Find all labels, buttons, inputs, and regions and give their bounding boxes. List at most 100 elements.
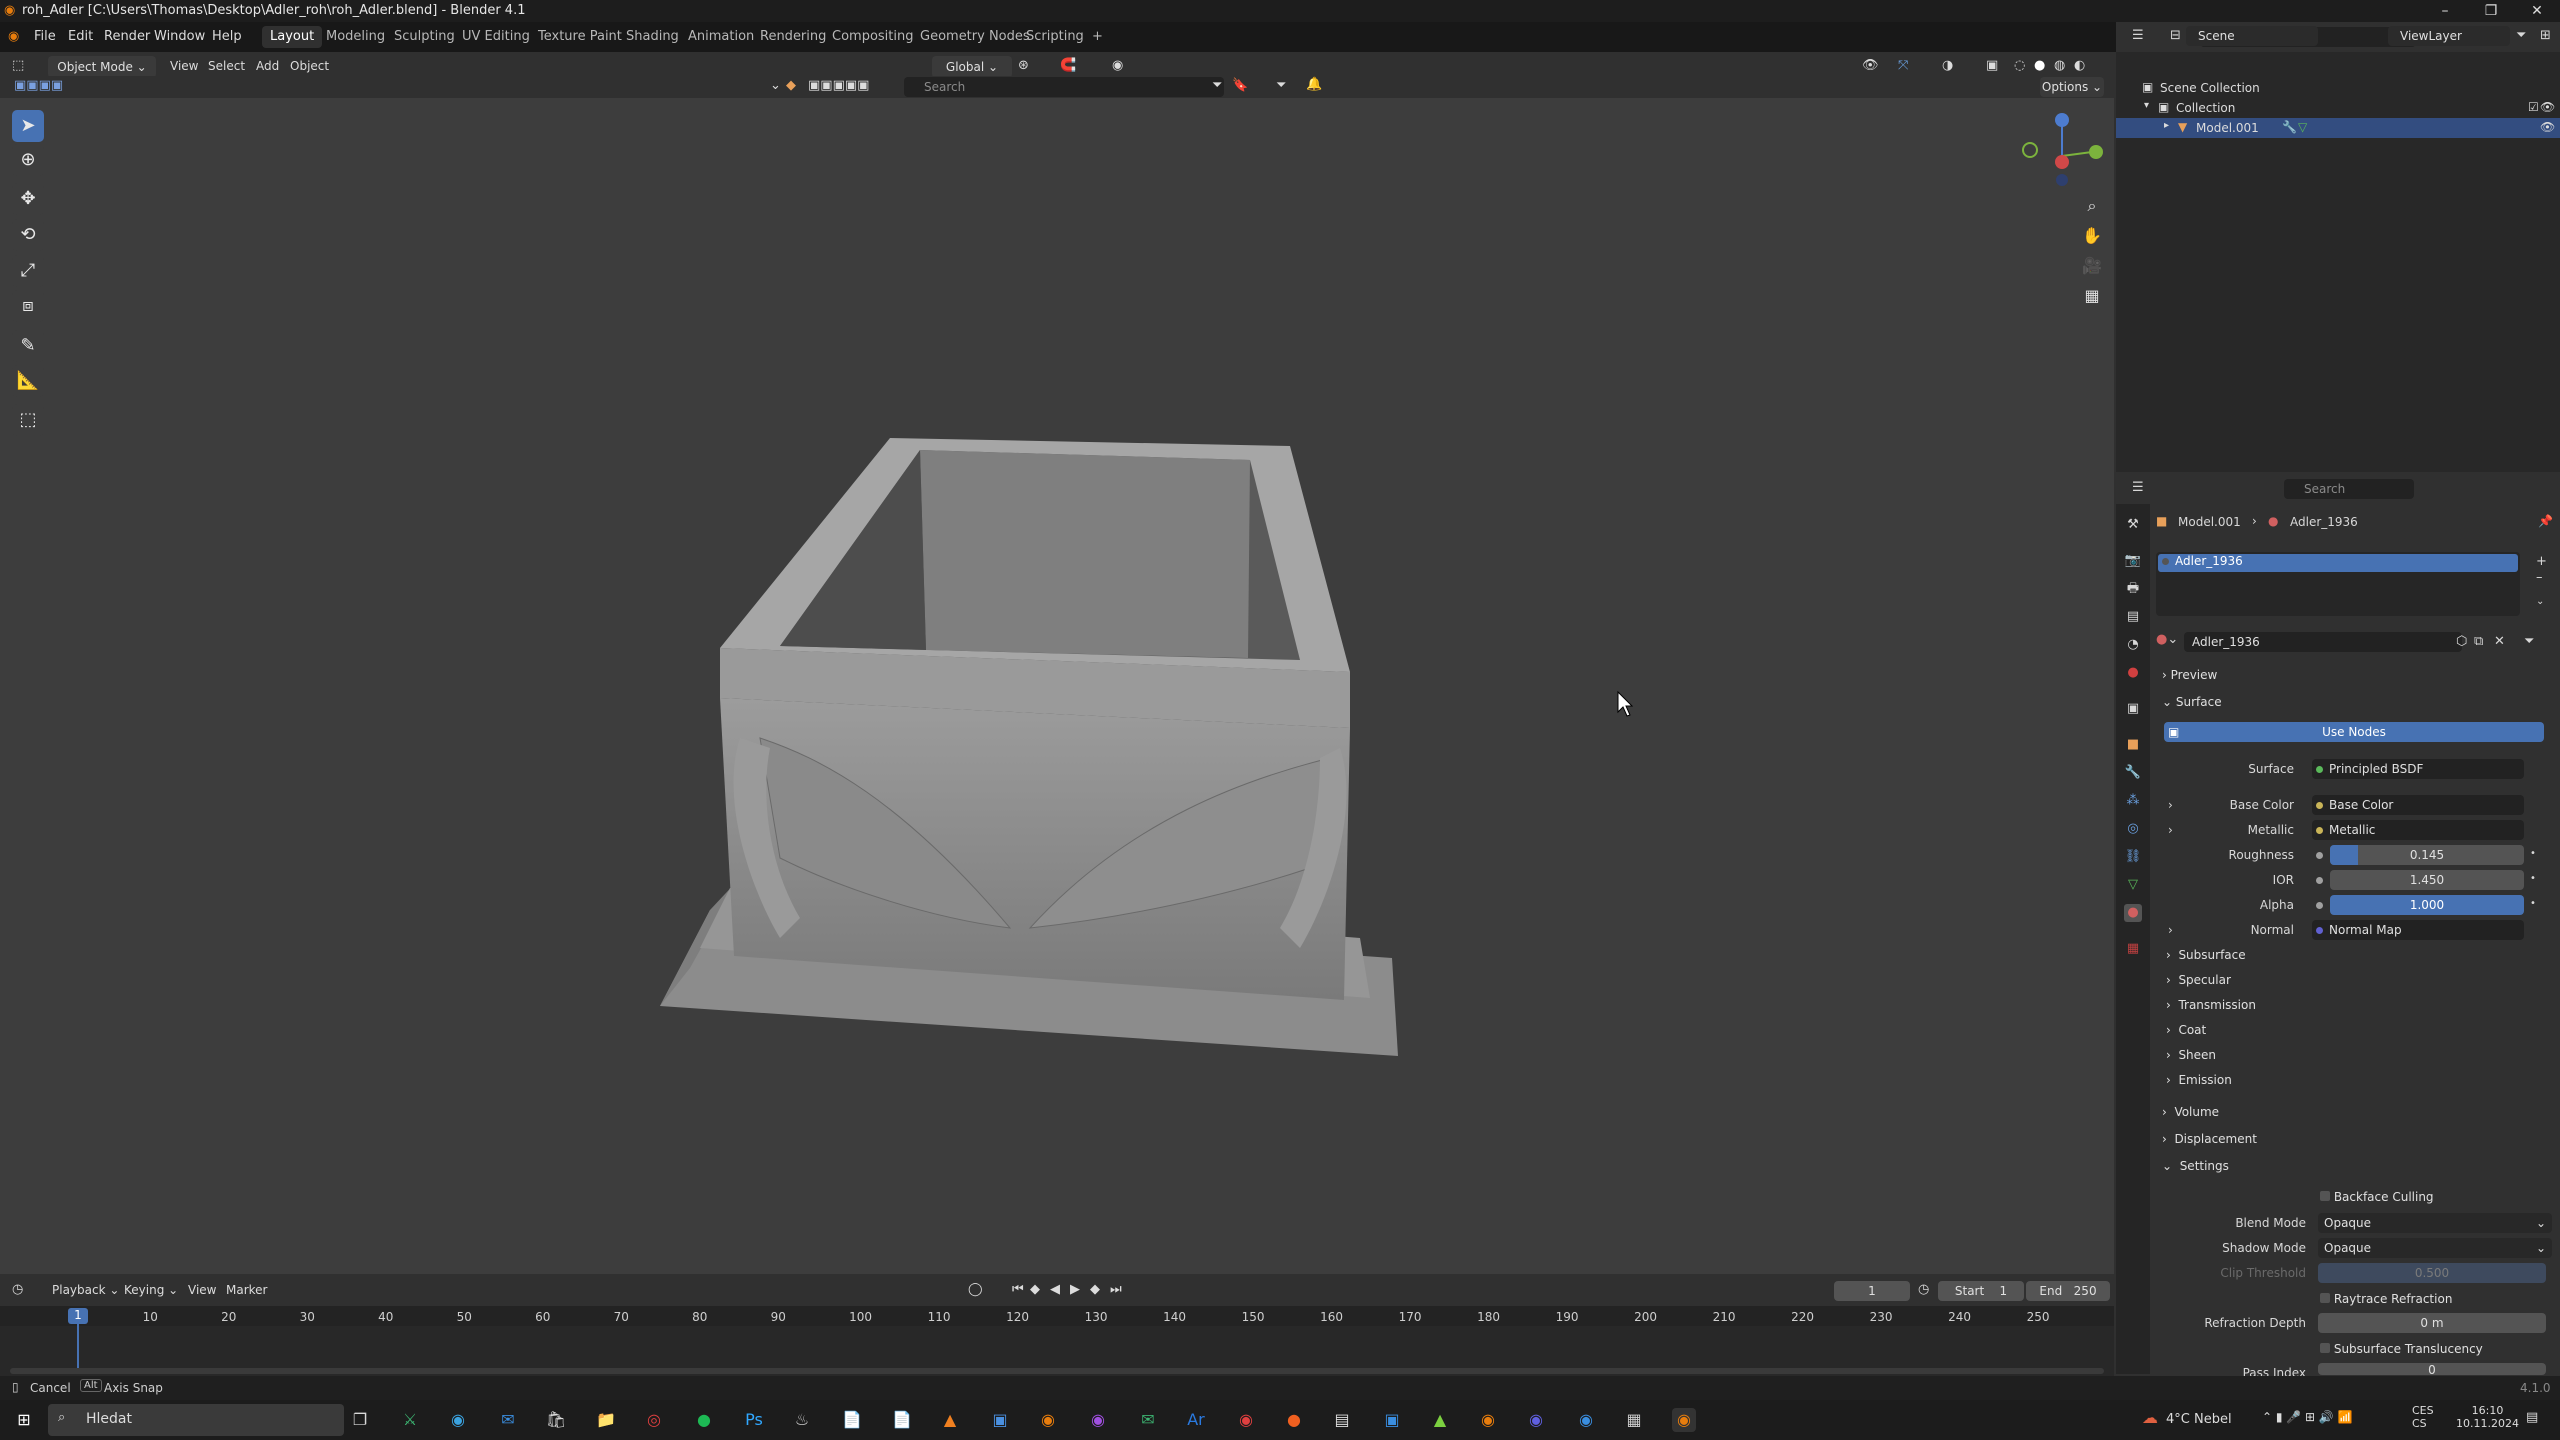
- camera-view-icon[interactable]: 🎥: [2078, 252, 2106, 280]
- preview-panel-header[interactable]: › Preview: [2162, 668, 2217, 682]
- outliner-row-collection[interactable]: ▾ ▣ Collection ☑ 👁: [2116, 98, 2560, 118]
- next-key-icon[interactable]: ◆: [1090, 1282, 1100, 1297]
- menu-help[interactable]: Help: [212, 29, 242, 44]
- shadow-mode-select[interactable]: Opaque ⌄: [2318, 1238, 2552, 1258]
- new-collection-icon[interactable]: ⊞: [2540, 28, 2551, 43]
- cursor-tool-icon[interactable]: ⊕: [12, 144, 44, 176]
- subpanel-coat[interactable]: › Coat: [2166, 1023, 2206, 1037]
- xray-icon[interactable]: ▣: [1986, 58, 1998, 73]
- notification-bell-icon[interactable]: 🔔: [1306, 77, 1322, 92]
- expand-icon[interactable]: ▾: [2144, 100, 2149, 111]
- add-cube-tool-icon[interactable]: ⬚: [12, 404, 44, 436]
- menu-add[interactable]: Add: [256, 59, 279, 73]
- funnel-icon[interactable]: ⏷: [1276, 78, 1286, 93]
- zoom-icon[interactable]: ⌕: [2078, 192, 2106, 220]
- display-mode-icon[interactable]: ⊟: [2170, 28, 2181, 43]
- keyframe-dot-icon[interactable]: •: [2530, 898, 2536, 909]
- chevron-down-icon[interactable]: ⌄: [770, 78, 781, 93]
- material-shading-icon[interactable]: ◍: [2054, 58, 2065, 73]
- language-indicator[interactable]: CES CS: [2412, 1404, 2434, 1430]
- expand-icon[interactable]: ▸: [2164, 120, 2169, 131]
- chrome-icon[interactable]: ◎: [642, 1408, 666, 1432]
- auto-key-icon[interactable]: ◯: [968, 1282, 983, 1297]
- editor-type-icon[interactable]: ☰: [2132, 480, 2144, 495]
- jump-end-icon[interactable]: ⏭: [1110, 1282, 1122, 1297]
- volume-panel-header[interactable]: › Volume: [2162, 1105, 2219, 1119]
- metallic-field[interactable]: Metallic: [2312, 820, 2524, 840]
- blender-icon[interactable]: ◉: [1476, 1408, 1500, 1432]
- play-icon[interactable]: ▶: [1070, 1282, 1080, 1297]
- model-object[interactable]: [660, 438, 1398, 1056]
- transform-orientation-select[interactable]: Global ⌄: [932, 56, 1012, 78]
- prev-key-icon[interactable]: ◆: [1030, 1282, 1040, 1297]
- editor-type-icon[interactable]: ☰: [2132, 28, 2144, 43]
- add-workspace-button[interactable]: +: [1084, 26, 1111, 48]
- proportional-edit-icon[interactable]: ◉: [1112, 58, 1123, 73]
- app-icon-11[interactable]: ◉: [1524, 1408, 1548, 1432]
- pass-index-field[interactable]: 0: [2318, 1363, 2546, 1375]
- select-box-mode-icon[interactable]: ▣▣▣▣: [14, 78, 63, 93]
- menu-select[interactable]: Select: [208, 59, 245, 73]
- use-nodes-button[interactable]: ▣ Use Nodes: [2164, 722, 2544, 742]
- task-view-icon[interactable]: ❐: [348, 1408, 372, 1432]
- tool-tab-icon[interactable]: ⚒: [2124, 516, 2142, 534]
- keyframe-dot-icon[interactable]: •: [2530, 848, 2536, 859]
- taskbar-search-input[interactable]: ⌕ Hledat: [48, 1404, 344, 1436]
- modifier-wrench-icon[interactable]: 🔧: [2282, 120, 2297, 134]
- material-slot-item[interactable]: Adler_1936: [2158, 554, 2518, 572]
- weather-icon[interactable]: ☁: [2142, 1408, 2158, 1427]
- overlays-icon[interactable]: ◑: [1942, 58, 1953, 73]
- menu-view[interactable]: View: [170, 59, 198, 73]
- menu-object[interactable]: Object: [290, 59, 329, 73]
- app-icon-1[interactable]: ⚔: [398, 1408, 422, 1432]
- refraction-depth-field[interactable]: 0 m: [2318, 1313, 2546, 1333]
- windows-start-icon[interactable]: ⊞: [12, 1408, 36, 1432]
- filter-icon[interactable]: ⏷: [1212, 78, 1222, 93]
- outliner-row-scene-collection[interactable]: ▣ Scene Collection: [2116, 78, 2560, 98]
- tab-texture-paint[interactable]: Texture Paint: [530, 26, 630, 48]
- play-reverse-icon[interactable]: ◀: [1050, 1282, 1060, 1297]
- scene-selector[interactable]: Scene: [2186, 26, 2318, 46]
- tab-compositing[interactable]: Compositing: [824, 26, 922, 48]
- app-icon-12[interactable]: ◉: [1574, 1408, 1598, 1432]
- preview-range-icon[interactable]: ◷: [1918, 1282, 1929, 1297]
- file-explorer-icon[interactable]: 📁: [594, 1408, 618, 1432]
- file-icon[interactable]: 📄: [890, 1408, 914, 1432]
- pivot-icon[interactable]: ⊛: [1018, 58, 1029, 73]
- object-tab-icon[interactable]: ■: [2124, 736, 2142, 754]
- backface-culling-checkbox[interactable]: Backface Culling: [2320, 1190, 2434, 1204]
- timeline-view-menu[interactable]: View: [188, 1283, 216, 1297]
- displacement-panel-header[interactable]: › Displacement: [2162, 1132, 2257, 1146]
- vlc-icon[interactable]: ▲: [938, 1408, 962, 1432]
- tab-layout[interactable]: Layout: [262, 26, 323, 48]
- properties-search-input[interactable]: Search: [2284, 479, 2414, 499]
- visibility-icon[interactable]: 👁: [1862, 58, 1879, 73]
- duplicate-material-icon[interactable]: ⧉: [2474, 634, 2483, 649]
- rendered-shading-icon[interactable]: ◐: [2074, 58, 2085, 73]
- material-name-field[interactable]: Adler_1936: [2184, 632, 2462, 652]
- settings-panel-header[interactable]: ⌄ Settings: [2162, 1159, 2229, 1173]
- transform-tool-icon[interactable]: ⧈: [12, 290, 44, 322]
- app-icon-4[interactable]: ✉: [1136, 1408, 1160, 1432]
- app-icon-13[interactable]: ▦: [1622, 1408, 1646, 1432]
- slot-menu-icon[interactable]: ⌄: [2536, 596, 2544, 607]
- world-tab-icon[interactable]: ●: [2124, 664, 2142, 682]
- notification-center-icon[interactable]: ▤: [2526, 1410, 2538, 1425]
- viewport-search-input[interactable]: Search: [904, 77, 1224, 97]
- close-button[interactable]: ✕: [2514, 0, 2560, 22]
- surface-shader-field[interactable]: Principled BSDF: [2312, 759, 2524, 779]
- fake-user-icon[interactable]: ⬡: [2456, 634, 2467, 649]
- steam-icon[interactable]: ♨: [790, 1408, 814, 1432]
- eye-icon[interactable]: 👁: [2540, 100, 2555, 114]
- tab-shading[interactable]: Shading: [618, 26, 687, 48]
- ior-field[interactable]: 1.450: [2330, 870, 2524, 890]
- menu-file[interactable]: File: [34, 29, 56, 44]
- marker-menu[interactable]: Marker: [226, 1283, 267, 1297]
- outliner-row-model[interactable]: ▸ ▼ Model.001 🔧 ▽ 👁: [2116, 118, 2560, 138]
- mail-icon[interactable]: ✉: [496, 1408, 520, 1432]
- subpanel-emission[interactable]: › Emission: [2166, 1073, 2232, 1087]
- gizmo-icon[interactable]: ⤧: [1898, 58, 1908, 73]
- filter-icon[interactable]: ⏷: [2516, 28, 2526, 43]
- app-icon-2[interactable]: ▣: [988, 1408, 1012, 1432]
- blender-icon[interactable]: ◉: [1036, 1408, 1060, 1432]
